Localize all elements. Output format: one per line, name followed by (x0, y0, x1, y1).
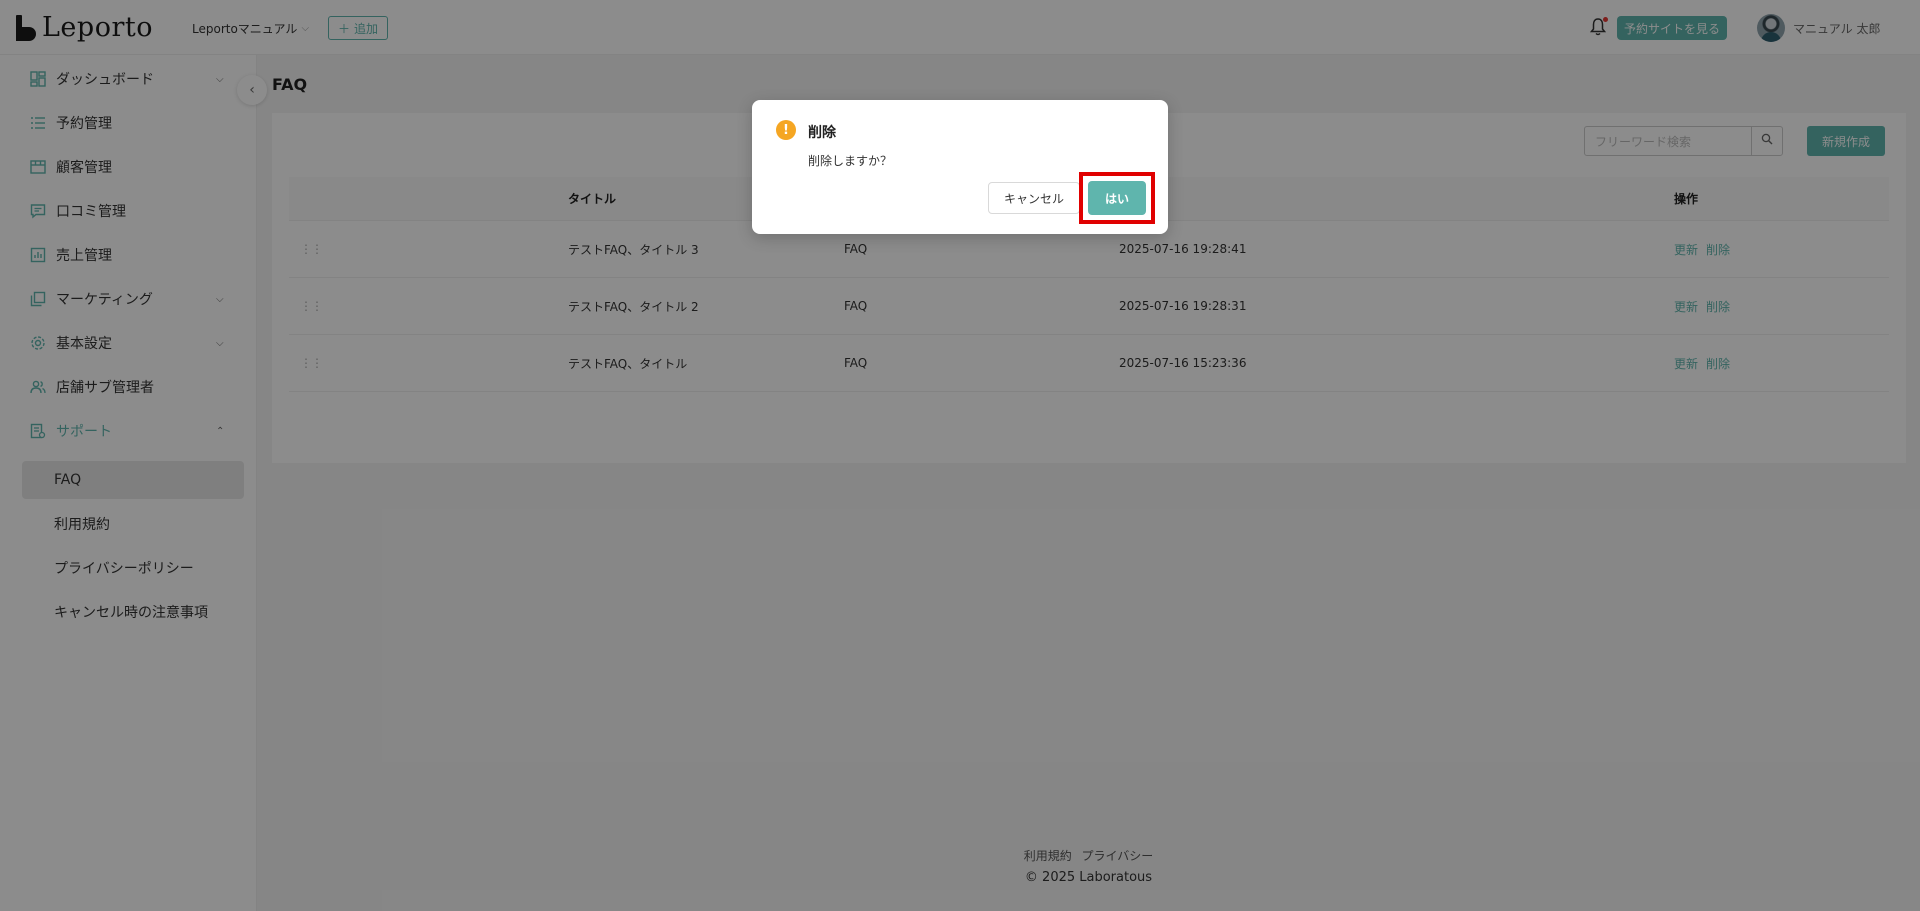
dialog-message: 削除しますか？ (808, 154, 893, 168)
dialog-title: 削除 (808, 125, 836, 141)
cancel-button[interactable]: キャンセル (988, 182, 1080, 214)
delete-confirm-dialog: ! 削除 削除しますか？ キャンセル はい (752, 100, 1168, 234)
confirm-yes-button[interactable]: はい (1088, 181, 1146, 215)
warning-icon: ! (776, 120, 796, 140)
